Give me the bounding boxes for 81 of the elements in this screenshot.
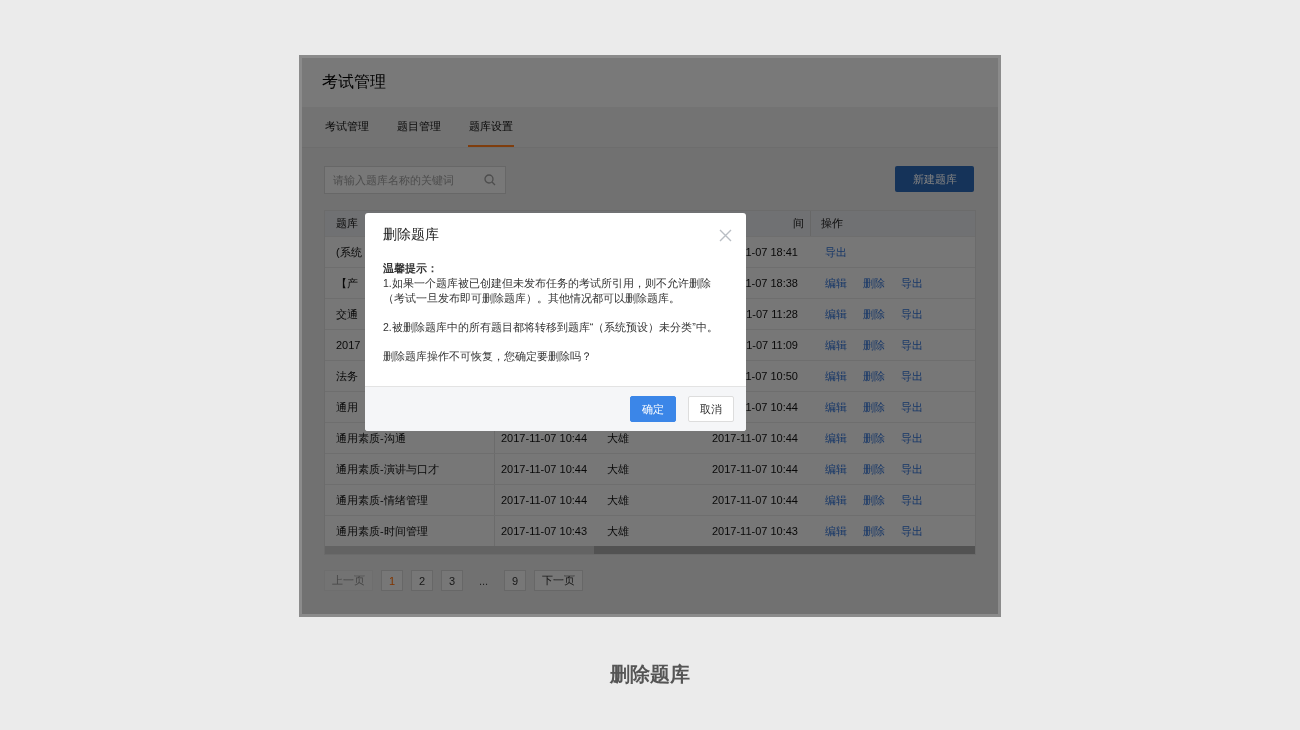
action-link[interactable]: 删除 <box>863 430 885 446</box>
action-link[interactable]: 删除 <box>863 368 885 384</box>
close-icon[interactable] <box>719 228 732 242</box>
action-link[interactable]: 导出 <box>901 430 923 446</box>
action-link[interactable]: 编辑 <box>825 461 847 477</box>
column-header: 题库 <box>336 216 358 231</box>
cancel-button[interactable]: 取消 <box>688 396 734 422</box>
table-cell: 大雄 <box>607 461 629 477</box>
table-cell: 2017-11-07 10:44 <box>501 494 588 506</box>
column-header: 操作 <box>821 216 843 231</box>
dialog-title: 删除题库 <box>383 226 439 244</box>
table-cell: 法务 <box>336 368 358 384</box>
table-cell: 通用素质-演讲与口才 <box>336 461 439 477</box>
action-link[interactable]: 编辑 <box>825 306 847 322</box>
action-link[interactable]: 导出 <box>901 368 923 384</box>
page-button[interactable]: 1 <box>381 570 403 591</box>
action-link[interactable]: 编辑 <box>825 430 847 446</box>
table-cell: 【产 <box>336 275 358 291</box>
table-cell: 2017-11-07 10:44 <box>711 432 798 444</box>
action-link[interactable]: 导出 <box>901 523 923 539</box>
action-link[interactable]: 编辑 <box>825 275 847 291</box>
table-cell: 2017-11-07 10:44 <box>501 432 588 444</box>
table-cell: 交通 <box>336 306 358 322</box>
page-button[interactable]: 3 <box>441 570 463 591</box>
table-cell: 1-07 18:38 <box>745 277 798 289</box>
action-link[interactable]: 删除 <box>863 275 885 291</box>
tab[interactable]: 题目管理 <box>396 107 442 147</box>
action-link[interactable]: 导出 <box>901 399 923 415</box>
action-link[interactable]: 导出 <box>825 244 847 260</box>
table-cell: 2017-11-07 10:44 <box>711 494 798 506</box>
action-link[interactable]: 编辑 <box>825 523 847 539</box>
action-link[interactable]: 删除 <box>863 523 885 539</box>
table-cell: 1-07 18:41 <box>745 246 798 258</box>
action-link[interactable]: 编辑 <box>825 492 847 508</box>
next-page-button[interactable]: 下一页 <box>534 570 584 591</box>
action-link[interactable]: 编辑 <box>825 399 847 415</box>
table-cell: 2017 <box>336 339 361 351</box>
table-cell: 2017-11-07 10:43 <box>501 525 588 537</box>
action-link[interactable]: 导出 <box>901 306 923 322</box>
table-cell: 1-07 11:28 <box>746 308 798 320</box>
pagination-ellipsis: ... <box>478 574 490 587</box>
tab[interactable]: 考试管理 <box>324 107 370 147</box>
confirm-button[interactable]: 确定 <box>630 396 676 422</box>
action-link[interactable]: 删除 <box>863 337 885 353</box>
table-cell: 大雄 <box>607 430 629 446</box>
action-link[interactable]: 编辑 <box>825 337 847 353</box>
horizontal-scrollbar[interactable] <box>325 546 975 554</box>
notice-text: 2.被删除题库中的所有题目都将转移到题库“（系统预设）未分类”中。 <box>383 320 719 335</box>
column-header: 间 <box>793 216 804 231</box>
table-cell: 通用素质-情绪管理 <box>336 492 428 508</box>
action-link[interactable]: 导出 <box>901 337 923 353</box>
table-cell: 通用 <box>336 399 358 415</box>
action-link[interactable]: 导出 <box>901 275 923 291</box>
notice-text: 1.如果一个题库被已创建但未发布任务的考试所引用，则不允许删除（考试一旦发布即可删除题库）。其他情况都可以删除题库。 <box>383 276 712 306</box>
table-cell: 2017-11-07 10:44 <box>501 463 588 475</box>
table-cell: 2017-11-07 10:44 <box>711 463 798 475</box>
table-cell: 1-07 10:44 <box>745 401 798 413</box>
table-cell: 通用素质-时间管理 <box>336 523 428 539</box>
action-link[interactable]: 删除 <box>863 399 885 415</box>
page-button[interactable]: 2 <box>411 570 433 591</box>
table-cell: 1-07 11:09 <box>746 339 798 351</box>
page-button[interactable]: 9 <box>504 570 527 591</box>
action-link[interactable]: 删除 <box>863 492 885 508</box>
table-cell: (系统 <box>336 244 362 260</box>
table-cell: 通用素质-沟通 <box>336 430 406 446</box>
action-link[interactable]: 导出 <box>901 461 923 477</box>
page-title: 考试管理 <box>322 72 386 92</box>
notice-text: 删除题库操作不可恢复，您确定要删除吗？ <box>383 349 593 364</box>
action-link[interactable]: 导出 <box>901 492 923 508</box>
new-bank-button[interactable]: 新建题库 <box>895 166 974 192</box>
action-link[interactable]: 编辑 <box>825 368 847 384</box>
table-cell: 2017-11-07 10:43 <box>711 525 798 537</box>
table-cell: 大雄 <box>607 523 629 539</box>
table-cell: 大雄 <box>607 492 629 508</box>
table-cell: 1-07 10:50 <box>745 370 798 382</box>
search-icon <box>484 174 496 186</box>
caption: 删除题库 <box>610 662 690 687</box>
action-link[interactable]: 删除 <box>863 306 885 322</box>
notice-heading: 温馨提示： <box>383 261 439 276</box>
action-link[interactable]: 删除 <box>863 461 885 477</box>
tab[interactable]: 题库设置 <box>468 107 514 147</box>
